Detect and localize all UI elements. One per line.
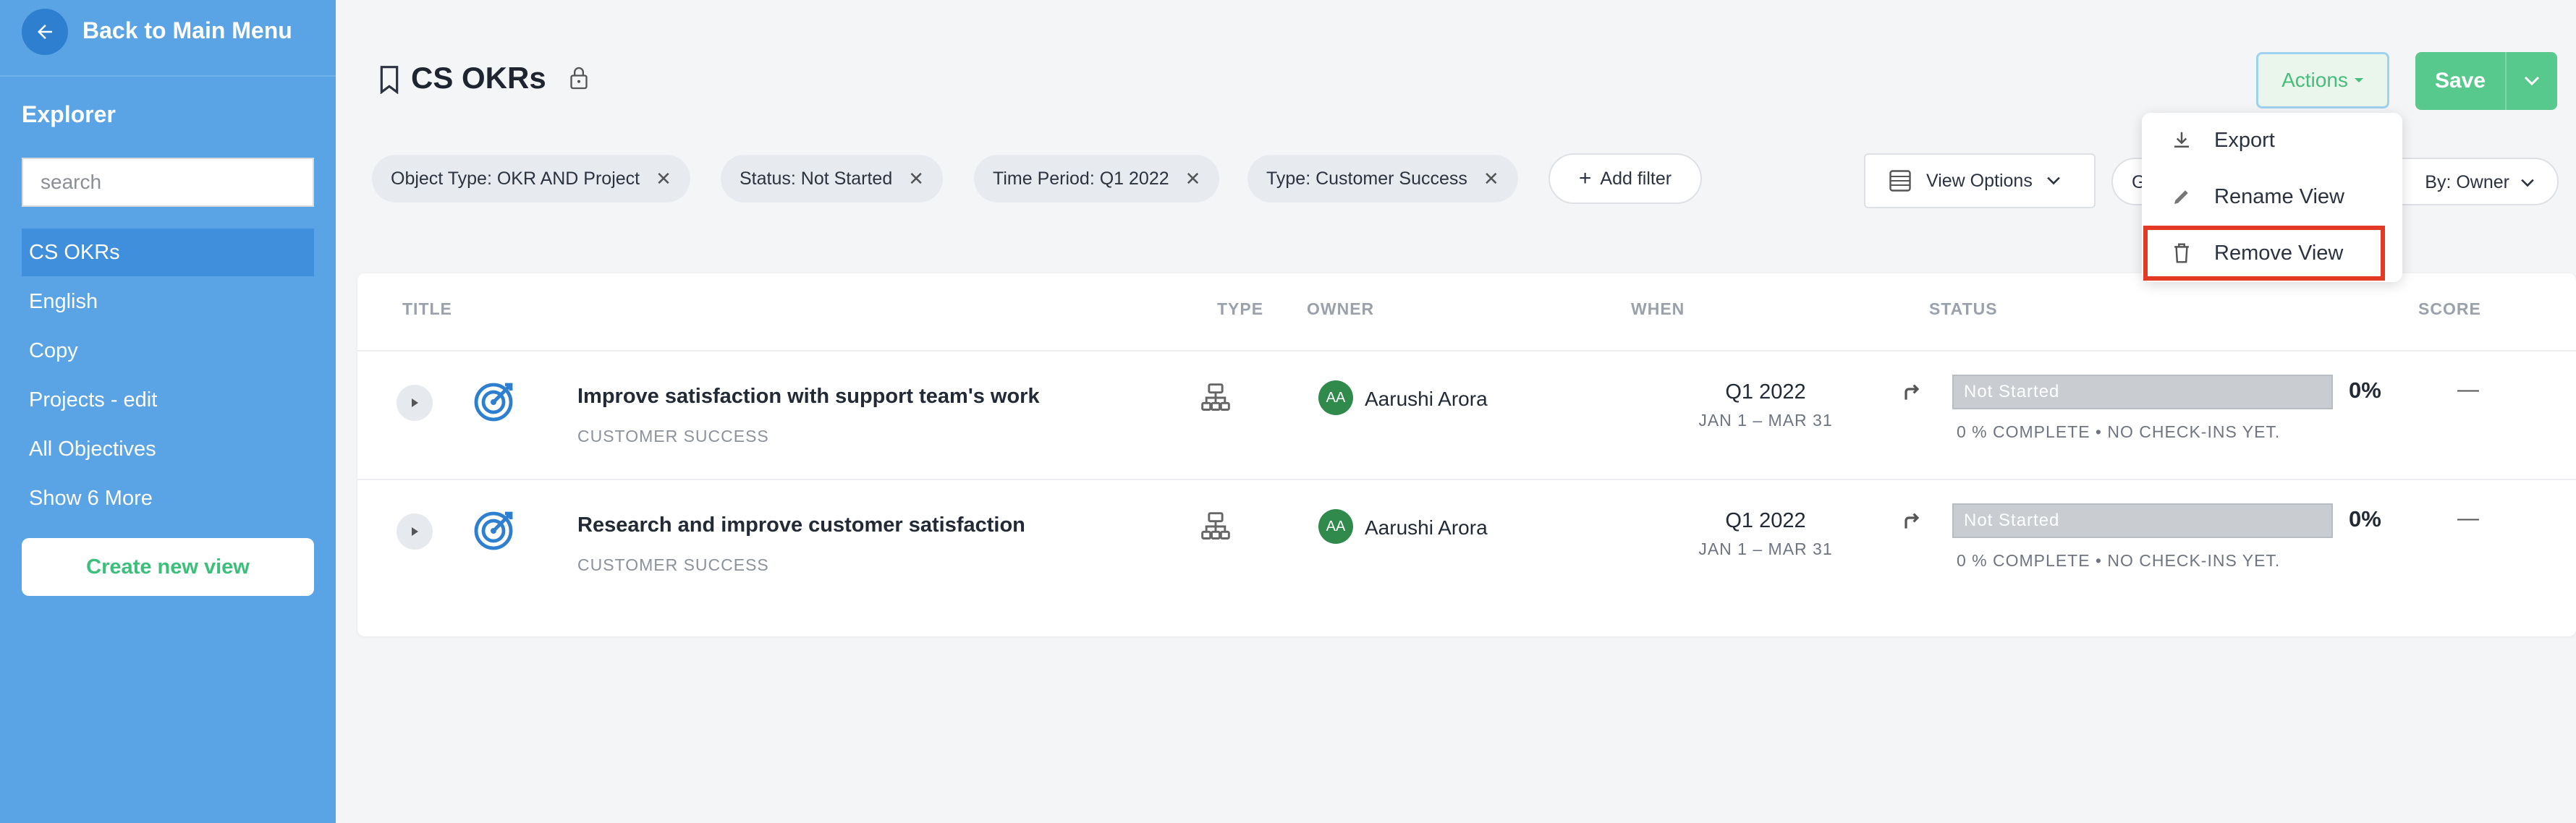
plus-icon: + (1578, 166, 1592, 190)
menu-item-export[interactable]: Export (2142, 113, 2402, 168)
actions-button[interactable]: Actions (2256, 52, 2389, 108)
filter-label: Time Period: Q1 2022 (993, 168, 1169, 189)
table-row[interactable]: Research and improve customer satisfacti… (357, 479, 2576, 607)
filter-label: Object Type: OKR AND Project (391, 168, 640, 189)
caret-down-icon (2354, 78, 2363, 82)
chevron-down-icon (2521, 179, 2534, 187)
expand-icon[interactable] (397, 385, 433, 421)
column-header-title[interactable]: TITLE (402, 299, 452, 319)
when-period: Q1 2022 (1725, 509, 1806, 532)
explorer-title: Explorer (22, 101, 116, 127)
score-value: — (2457, 506, 2479, 530)
column-header-owner[interactable]: OWNER (1307, 299, 1374, 319)
save-dropdown-button[interactable] (2505, 52, 2557, 110)
owner-name: Aarushi Arora (1365, 388, 1488, 410)
pencil-icon (2174, 190, 2188, 204)
chevron-down-icon (2047, 176, 2060, 185)
score-value: — (2457, 378, 2479, 401)
sidebar-item-english[interactable]: English (22, 278, 314, 325)
row-title[interactable]: Research and improve customer satisfacti… (577, 513, 1025, 537)
when-period: Q1 2022 (1725, 380, 1806, 404)
close-icon[interactable]: ✕ (1483, 168, 1499, 190)
progress-note: 0 % COMPLETE • NO CHECK-INS YET. (1957, 551, 2281, 570)
column-header-when[interactable]: WHEN (1631, 299, 1685, 319)
menu-item-remove-view[interactable]: Remove View (2142, 226, 2402, 281)
progress-percent: 0% (2349, 506, 2381, 532)
page-title: CS OKRs (411, 61, 546, 95)
row-category: CUSTOMER SUCCESS (577, 555, 769, 574)
save-button[interactable]: Save (2415, 52, 2505, 110)
add-filter-label: Add filter (1600, 168, 1672, 189)
download-icon (2174, 132, 2189, 148)
menu-item-label: Rename View (2214, 184, 2345, 208)
target-icon (472, 378, 518, 427)
target-icon (472, 506, 518, 556)
avatar: AA (1318, 509, 1353, 544)
status-progress-bar[interactable]: Not Started (1952, 375, 2333, 409)
filter-chip-status[interactable]: Status: Not Started ✕ (721, 155, 944, 202)
owner-name: Aarushi Arora (1365, 516, 1488, 539)
table-row[interactable]: Improve satisfaction with support team's… (357, 350, 2576, 479)
trash-icon (2174, 243, 2189, 263)
close-icon[interactable]: ✕ (908, 168, 924, 190)
list-icon (1889, 170, 1911, 192)
column-header-score[interactable]: SCORE (2418, 299, 2481, 319)
update-arrow-icon[interactable] (1900, 380, 1923, 407)
sidebar: Back to Main Menu Explorer CS OKRs Engli… (0, 0, 336, 823)
chevron-down-icon (2524, 76, 2540, 86)
okr-table: TITLE TYPE OWNER WHEN STATUS SCORE Impro… (357, 273, 2576, 636)
sidebar-item-copy[interactable]: Copy (22, 327, 314, 375)
status-progress-bar[interactable]: Not Started (1952, 503, 2333, 538)
column-header-type[interactable]: TYPE (1217, 299, 1263, 319)
filter-chip-type[interactable]: Type: Customer Success ✕ (1247, 155, 1518, 202)
sidebar-item-projects-edit[interactable]: Projects - edit (22, 376, 314, 424)
back-to-main-menu[interactable]: Back to Main Menu (0, 0, 336, 77)
arrow-left-icon[interactable] (22, 9, 68, 55)
filter-label: Type: Customer Success (1266, 168, 1467, 189)
avatar: AA (1318, 380, 1353, 415)
hierarchy-icon (1200, 511, 1232, 546)
close-icon[interactable]: ✕ (656, 168, 671, 190)
actions-menu: Export Rename View Remove View (2142, 113, 2402, 282)
filter-label: Status: Not Started (740, 168, 893, 189)
filter-chip-object-type[interactable]: Object Type: OKR AND Project ✕ (372, 155, 690, 202)
when-range: JAN 1 – MAR 31 (1698, 540, 1833, 558)
actions-label: Actions (2281, 69, 2348, 91)
bookmark-icon[interactable] (378, 65, 401, 98)
lock-icon[interactable] (569, 65, 589, 95)
group-by-value: By: Owner (2425, 172, 2509, 192)
hierarchy-icon (1200, 382, 1232, 417)
close-icon[interactable]: ✕ (1185, 168, 1201, 190)
expand-icon[interactable] (397, 513, 433, 550)
create-new-view-button[interactable]: Create new view (22, 538, 314, 596)
view-options-label: View Options (1926, 170, 2033, 191)
column-header-status[interactable]: STATUS (1929, 299, 1998, 319)
sidebar-item-show-more[interactable]: Show 6 More (22, 474, 314, 522)
menu-item-label: Export (2214, 128, 2275, 152)
view-options-button[interactable]: View Options (1864, 153, 2096, 208)
when-range: JAN 1 – MAR 31 (1698, 411, 1833, 430)
sidebar-item-cs-okrs[interactable]: CS OKRs (22, 229, 314, 276)
back-label[interactable]: Back to Main Menu (82, 17, 292, 44)
row-title[interactable]: Improve satisfaction with support team's… (577, 385, 1040, 409)
filter-chip-time-period[interactable]: Time Period: Q1 2022 ✕ (974, 155, 1220, 202)
search-input[interactable] (22, 158, 314, 207)
progress-note: 0 % COMPLETE • NO CHECK-INS YET. (1957, 422, 2281, 441)
menu-item-rename-view[interactable]: Rename View (2142, 169, 2402, 224)
update-arrow-icon[interactable] (1900, 509, 1923, 536)
row-category: CUSTOMER SUCCESS (577, 427, 769, 445)
sidebar-item-all-objectives[interactable]: All Objectives (22, 425, 314, 473)
progress-percent: 0% (2349, 378, 2381, 403)
menu-item-label: Remove View (2214, 241, 2344, 265)
add-filter-button[interactable]: + Add filter (1548, 153, 1702, 204)
